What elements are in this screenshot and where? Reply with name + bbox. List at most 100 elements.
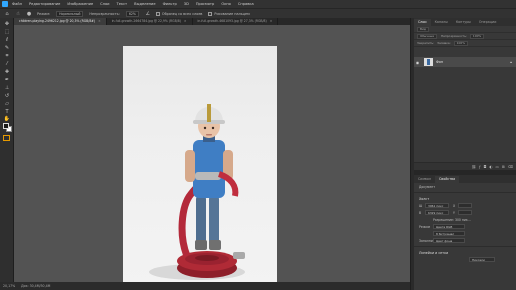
opacity-label: Непрозрачность: (89, 11, 120, 16)
canvas-fill-label: Заполнить (419, 238, 437, 243)
close-icon[interactable]: × (98, 18, 101, 25)
layer-thumbnail (424, 58, 433, 66)
close-icon[interactable]: × (184, 18, 187, 25)
menu-edit[interactable]: Редактирование (29, 2, 60, 6)
tab-label: children-playing-2496212.jpg @ 20,3% (RG… (19, 19, 96, 23)
lasso-tool-icon[interactable]: ℓ (3, 37, 11, 44)
zoom-level[interactable]: 20,17% (3, 284, 15, 288)
menu-text[interactable]: Текст (117, 2, 128, 6)
lock-icon: 🔒︎ (510, 60, 512, 64)
canvas-section-header[interactable]: Холст (414, 195, 516, 202)
tab-document-3[interactable]: in-full-growth-4681093.jpg @ 27,3% (RGB/… (193, 18, 279, 25)
menu-file[interactable]: Файл (12, 2, 22, 6)
photoshop-logo-icon[interactable] (2, 1, 8, 7)
link-icon[interactable]: ⛓ (472, 165, 477, 169)
resolution-row: Разрешение: 300 пик... (414, 216, 516, 223)
eye-icon[interactable]: ◉ (414, 60, 421, 65)
tab-label: in-full-growth-4681093.jpg @ 27,3% (RGB/… (197, 19, 267, 23)
layer-opacity-field[interactable]: 100% (469, 33, 485, 39)
close-icon[interactable]: × (270, 18, 273, 25)
folder-icon[interactable]: ▭ (495, 165, 498, 169)
properties-panel-tabs: Символ Свойства (414, 175, 516, 183)
document-row: Документ (414, 183, 516, 190)
history-brush-tool-icon[interactable]: ↺ (3, 93, 11, 100)
menu-select[interactable]: Выделение (134, 2, 155, 6)
fill-field[interactable]: 100% (453, 40, 468, 46)
mask-icon[interactable]: ◘ (484, 165, 487, 169)
brush-tool-icon[interactable]: ✒ (3, 77, 11, 84)
smudge-tool-icon[interactable]: ☝ (15, 11, 21, 17)
tab-layers[interactable]: Слои (414, 19, 431, 26)
new-layer-icon[interactable]: ⊞ (502, 165, 505, 169)
fx-icon[interactable]: ƒ (479, 165, 480, 169)
photo-boy-fire-hose (149, 104, 245, 280)
mode-select[interactable]: Нормальный (56, 10, 84, 17)
tab-character[interactable]: Символ (414, 176, 435, 183)
menu-image[interactable]: Изображение (67, 2, 93, 6)
guides-units-select[interactable]: Пиксели (469, 257, 495, 262)
move-tool-icon[interactable]: ✥ (3, 21, 11, 28)
healing-tool-icon[interactable]: ✚ (3, 69, 11, 76)
quick-mask-icon[interactable] (3, 135, 10, 141)
foreground-color-swatch[interactable] (3, 123, 9, 129)
y-field[interactable] (458, 210, 472, 215)
quick-select-tool-icon[interactable]: ✎ (3, 45, 11, 52)
tab-document-2[interactable]: in-full-growth-2664784.jpg @ 22,9% (RGB/… (107, 18, 193, 25)
divider (414, 246, 516, 247)
opacity-field[interactable]: 62% (125, 10, 139, 17)
menu-window[interactable]: Окно (221, 2, 231, 6)
document-size: Док: 30,4M/30,4M (21, 284, 51, 288)
tab-document-1[interactable]: children-playing-2496212.jpg @ 20,3% (RG… (14, 18, 107, 25)
menu-filter[interactable]: Фильтр (163, 2, 177, 6)
angle-icon[interactable]: ∠ (145, 11, 151, 17)
fill-row: Заполнить Цвет фона (414, 237, 516, 244)
marquee-tool-icon[interactable]: ⬚ (3, 29, 11, 36)
tab-channels[interactable]: Каналы (431, 19, 452, 26)
lock-row: Закрепить: Заливка: 100% (414, 40, 516, 47)
layer-background[interactable]: ◉ Фон 🔒︎ (414, 57, 516, 67)
home-icon[interactable]: ⌂ (4, 11, 10, 17)
eyedropper-tool-icon[interactable]: ⁄ (3, 61, 11, 68)
height-row: В 6329 пикс Y (414, 209, 516, 216)
layer-filter-select[interactable]: Вид (417, 26, 429, 32)
bit-depth-select[interactable]: 8 бит/канал (433, 231, 465, 236)
layers-panel: Слои Каналы Контуры Операции Вид Обычные… (414, 18, 516, 170)
x-field[interactable] (458, 203, 472, 208)
color-mode-select[interactable]: Цвета RGB (433, 224, 465, 229)
crop-tool-icon[interactable]: ⌗ (3, 53, 11, 60)
height-field[interactable]: 6329 пикс (425, 210, 449, 215)
document-canvas[interactable] (123, 46, 277, 282)
layer-name: Фон (436, 60, 444, 64)
hand-tool-icon[interactable]: ✋ (3, 116, 11, 123)
sample-all-checkbox[interactable] (155, 11, 160, 16)
menu-bar: Файл Редактирование Изображение Слои Тек… (0, 0, 516, 8)
canvas-fill-select[interactable]: Цвет фона (433, 238, 465, 243)
trash-icon[interactable]: ⌫ (508, 165, 513, 169)
layers-footer: ⛓ ƒ ◘ ◐ ▭ ⊞ ⌫ (414, 162, 516, 170)
color-mode-label: Режим (419, 224, 430, 229)
guides-section-header[interactable]: Линейки и сетки (414, 249, 516, 256)
tab-paths[interactable]: Контуры (452, 19, 475, 26)
canvas-area[interactable] (14, 25, 410, 282)
menu-help[interactable]: Справка (238, 2, 254, 6)
menu-3d[interactable]: 3D (184, 2, 189, 6)
width-field[interactable]: 3961 пикс (425, 203, 449, 208)
stamp-tool-icon[interactable]: ⊥ (3, 85, 11, 92)
blend-mode-select[interactable]: Обычные (417, 33, 437, 39)
menu-view[interactable]: Просмотр (196, 2, 214, 6)
layer-filter-row: Вид (414, 26, 516, 33)
properties-panel: Символ Свойства Документ Холст Ш 3961 пи… (414, 175, 516, 290)
eraser-tool-icon[interactable]: ▱ (3, 101, 11, 108)
canvas-section-title: Холст (419, 196, 430, 201)
resolution-text: Разрешение: 300 пик... (433, 217, 471, 222)
finger-painting-label: Рисование пальцем (214, 11, 250, 16)
text-tool-icon[interactable]: T (3, 109, 11, 116)
brush-preset-icon[interactable]: ● (26, 11, 32, 17)
bits-row: 8 бит/канал (414, 230, 516, 237)
finger-painting-checkbox[interactable] (208, 11, 213, 16)
tab-actions[interactable]: Операции (475, 19, 500, 26)
tab-properties[interactable]: Свойства (435, 176, 460, 183)
adjust-icon[interactable]: ◐ (489, 165, 492, 169)
menu-layers[interactable]: Слои (100, 2, 109, 6)
divider (414, 192, 516, 193)
